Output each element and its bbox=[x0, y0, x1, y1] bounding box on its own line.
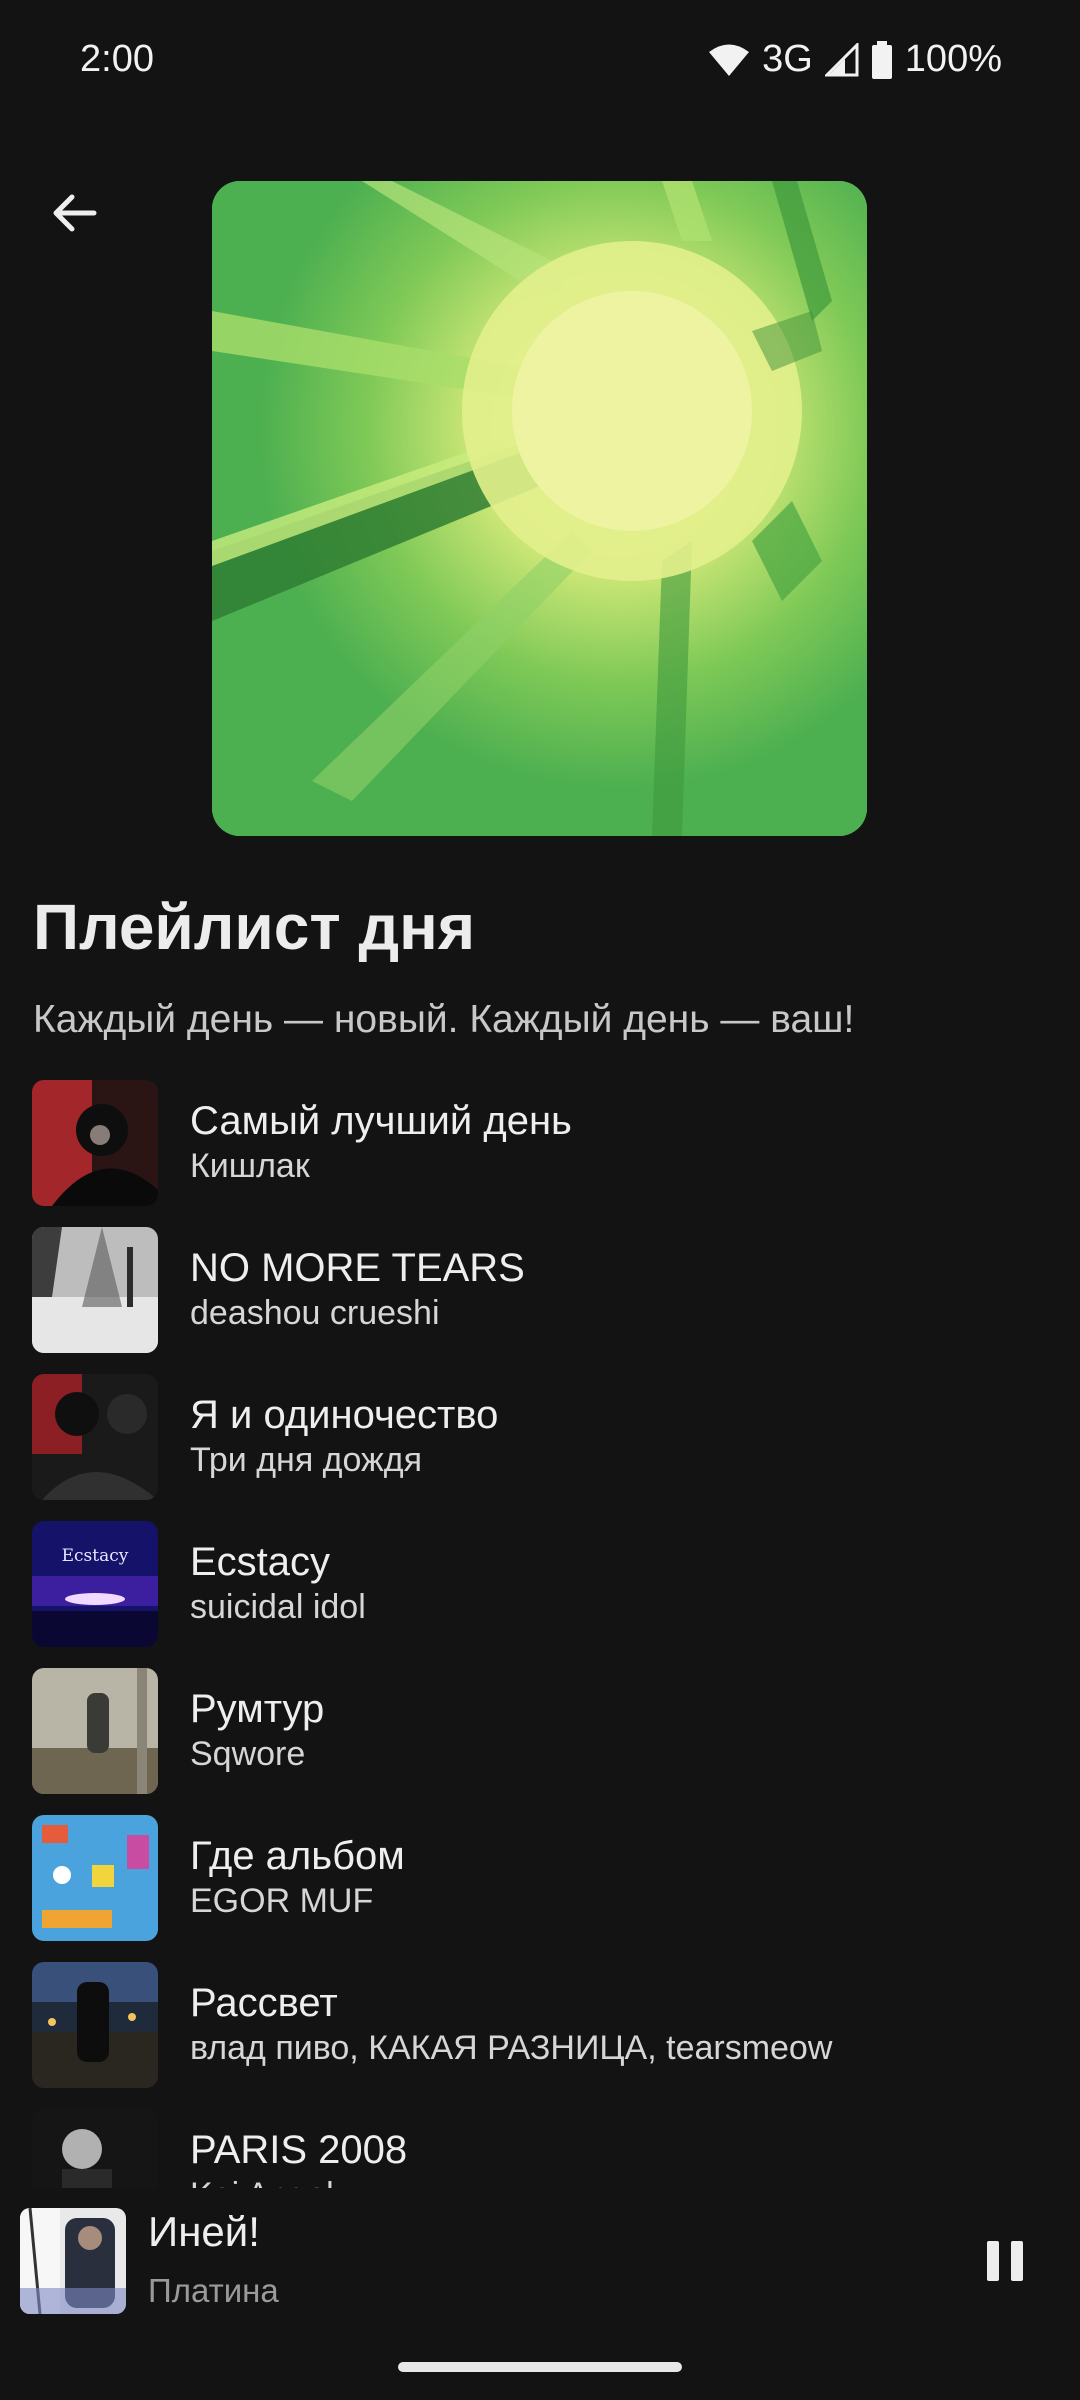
battery-level: 100% bbox=[904, 38, 1002, 80]
track-row[interactable]: Самый лучший день Кишлак bbox=[0, 1075, 1080, 1222]
track-artist: deashou crueshi bbox=[190, 1294, 440, 1332]
track-row[interactable]: Рассвет влад пиво, КАКАЯ РАЗНИЦА, tearsm… bbox=[0, 1957, 1080, 2104]
signal-icon bbox=[824, 42, 859, 76]
track-cover bbox=[32, 1374, 158, 1500]
status-indicators: 3G 100% bbox=[708, 38, 1002, 81]
track-artist: suicidal idol bbox=[190, 1588, 366, 1626]
sun-rays-cover bbox=[212, 181, 867, 836]
track-artist: влад пиво, КАКАЯ РАЗНИЦА, tearsmeow bbox=[190, 2029, 833, 2067]
track-row[interactable]: NO MORE TEARS deashou crueshi bbox=[0, 1222, 1080, 1369]
cover-text: Ecstacy bbox=[62, 1546, 129, 1566]
track-title: Рассвет bbox=[190, 1981, 338, 2025]
track-cover: Ecstacy bbox=[32, 1521, 158, 1647]
track-cover bbox=[32, 1080, 158, 1206]
back-button[interactable] bbox=[40, 178, 110, 248]
pause-button[interactable] bbox=[970, 2226, 1040, 2296]
track-artist: Kai Angel bbox=[190, 2176, 334, 2188]
pause-icon bbox=[987, 2241, 999, 2281]
playlist-subtitle: Каждый день — новый. Каждый день — ваш! bbox=[33, 998, 855, 1041]
track-cover bbox=[32, 1815, 158, 1941]
track-cover bbox=[32, 1668, 158, 1794]
home-indicator[interactable] bbox=[398, 2362, 682, 2372]
track-title: Где альбом bbox=[190, 1834, 405, 1878]
track-row[interactable]: Я и одиночество Три дня дождя bbox=[0, 1369, 1080, 1516]
now-playing-title: Иней! bbox=[148, 2208, 260, 2255]
arrow-left-icon bbox=[53, 194, 97, 232]
now-playing-artist: Платина bbox=[148, 2272, 279, 2309]
network-type: 3G bbox=[762, 38, 813, 80]
track-title: Я и одиночество bbox=[190, 1393, 499, 1437]
pause-icon bbox=[1011, 2241, 1023, 2281]
status-time: 2:00 bbox=[80, 38, 154, 80]
track-artist: Кишлак bbox=[190, 1147, 310, 1185]
mini-player[interactable]: Иней! Платина bbox=[0, 2188, 1080, 2328]
track-title: Румтур bbox=[190, 1687, 325, 1731]
playlist-title: Плейлист дня bbox=[33, 891, 476, 963]
battery-icon bbox=[871, 40, 892, 79]
playlist-screen: 2:00 3G 100% Плейлист дня Каждый день — … bbox=[0, 0, 1080, 2400]
track-cover bbox=[32, 1962, 158, 2088]
track-artist: Sqwore bbox=[190, 1735, 306, 1773]
wifi-icon bbox=[709, 44, 750, 76]
track-list: Самый лучший день Кишлак NO MORE TEARS d… bbox=[0, 1070, 1080, 2188]
track-artist: Три дня дождя bbox=[190, 1441, 423, 1479]
track-row[interactable]: Ecstacy Ecstacy suicidal idol bbox=[0, 1516, 1080, 1663]
track-row[interactable]: Румтур Sqwore bbox=[0, 1663, 1080, 1810]
now-playing-cover bbox=[20, 2208, 126, 2314]
track-cover bbox=[32, 2109, 158, 2188]
track-row[interactable]: PARIS 2008 Kai Angel bbox=[0, 2104, 1080, 2188]
track-title: NO MORE TEARS bbox=[190, 1246, 525, 1290]
track-cover bbox=[32, 1227, 158, 1353]
track-title: PARIS 2008 bbox=[190, 2128, 408, 2172]
track-title: Самый лучший день bbox=[190, 1099, 572, 1143]
track-title: Ecstacy bbox=[190, 1540, 331, 1584]
playlist-cover bbox=[212, 181, 867, 836]
track-artist: EGOR MUF bbox=[190, 1882, 374, 1920]
track-row[interactable]: Где альбом EGOR MUF bbox=[0, 1810, 1080, 1957]
status-bar: 2:00 3G 100% bbox=[0, 0, 1080, 130]
